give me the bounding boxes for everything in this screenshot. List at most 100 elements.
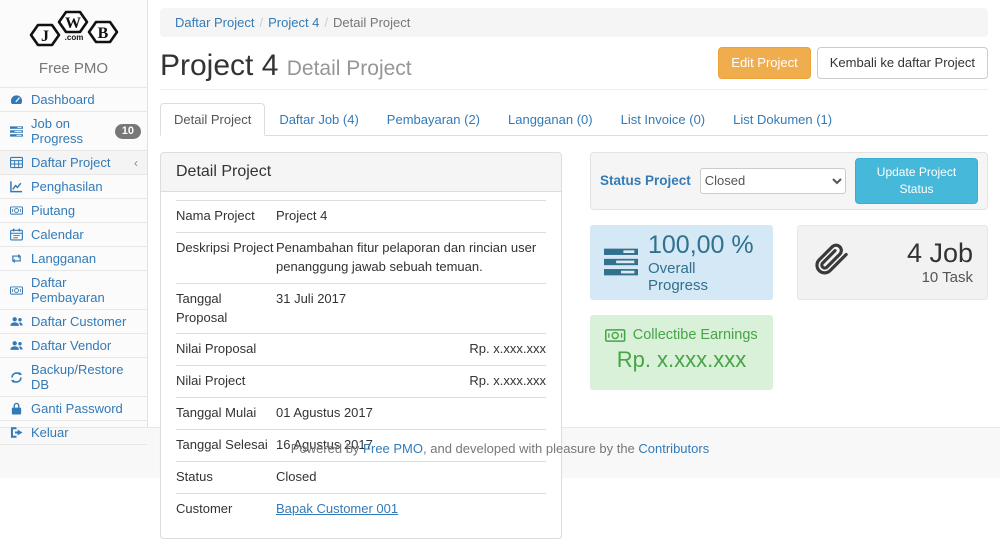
detail-row-value: Rp. x.xxx.xxx (276, 366, 546, 398)
table-row: Tanggal Proposal31 Juli 2017 (176, 283, 546, 334)
sidebar-item-label: Calendar (31, 227, 84, 242)
sidebar-item-label: Ganti Password (31, 401, 123, 416)
customer-link[interactable]: Bapak Customer 001 (276, 501, 398, 516)
sidebar-item-daftar-project[interactable]: Daftar Project‹ (0, 151, 147, 175)
breadcrumb-item-project-4[interactable]: Project 4 (268, 15, 319, 30)
sidebar-nav: DashboardJob on Progress10Daftar Project… (0, 87, 147, 445)
tasks-icon (604, 245, 638, 279)
users-icon (8, 315, 25, 328)
table-row: Nama ProjectProject 4 (176, 201, 546, 233)
breadcrumb-separator: / (254, 15, 268, 30)
status-column: Status Project Closed Update Project Sta… (590, 152, 988, 539)
paperclip-icon (812, 242, 852, 282)
sidebar-item-label: Daftar Customer (31, 314, 126, 329)
logo-domain: .com (64, 33, 83, 42)
collectible-earnings-box: Collectibe Earnings Rp. x.xxx.xxx (590, 315, 773, 390)
money-icon (8, 284, 25, 297)
sidebar-item-daftar-customer[interactable]: Daftar Customer (0, 310, 147, 334)
sidebar-item-label: Daftar Project (31, 155, 110, 170)
tab-list-dokumen-1-[interactable]: List Dokumen (1) (719, 103, 846, 136)
sidebar-item-backup-restore-db[interactable]: Backup/Restore DB (0, 358, 147, 397)
footer-link-contributors[interactable]: Contributors (638, 441, 709, 456)
sidebar-item-penghasilan[interactable]: Penghasilan (0, 175, 147, 199)
footer-text-prefix: Powered by (291, 441, 363, 456)
breadcrumb-separator: / (319, 15, 333, 30)
detail-row-label: Tanggal Selesai (176, 429, 276, 461)
tasks-icon (8, 125, 25, 138)
job-count: 4 Job (907, 239, 973, 269)
sidebar-item-piutang[interactable]: Piutang (0, 199, 147, 223)
sidebar-item-label: Backup/Restore DB (31, 362, 141, 392)
page-subtitle: Detail Project (287, 57, 412, 80)
main-content: Daftar Project/Project 4/Detail Project … (148, 0, 1000, 427)
sidebar-item-calendar[interactable]: Calendar (0, 223, 147, 247)
detail-row-value: Project 4 (276, 201, 546, 233)
sidebar-item-label: Langganan (31, 251, 96, 266)
sidebar-item-keluar[interactable]: Keluar (0, 421, 147, 445)
lock-icon (8, 402, 25, 415)
breadcrumb-item-daftar-project[interactable]: Daftar Project (175, 15, 254, 30)
sidebar-item-ganti-password[interactable]: Ganti Password (0, 397, 147, 421)
detail-panel-body: Nama ProjectProject 4Deskripsi ProjectPe… (161, 192, 561, 538)
refresh-icon (8, 371, 25, 384)
tab-pembayaran-2-[interactable]: Pembayaran (2) (373, 103, 494, 136)
detail-row-label: Deskripsi Project (176, 233, 276, 284)
users-icon (8, 339, 25, 352)
back-to-project-list-button[interactable]: Kembali ke daftar Project (817, 47, 988, 79)
logo-letter-b: B (97, 25, 108, 42)
earnings-label: Collectibe Earnings (633, 327, 758, 343)
signout-icon (8, 426, 25, 439)
footer-link-freepmo[interactable]: Free PMO (363, 441, 423, 456)
status-project-select[interactable]: Closed (700, 168, 846, 194)
tab-content: Detail Project Nama ProjectProject 4Desk… (160, 152, 988, 539)
tab-list-invoice-0-[interactable]: List Invoice (0) (607, 103, 720, 136)
update-project-status-button[interactable]: Update Project Status (855, 158, 978, 204)
sidebar-item-label: Daftar Vendor (31, 338, 111, 353)
chart-icon (8, 180, 25, 193)
overall-progress-box: 100,00 % Overall Progress (590, 225, 773, 300)
overall-progress-label: Overall Progress (648, 260, 759, 294)
jwb-logo-icon: J W B .com (22, 7, 126, 53)
logo-letter-w: W (65, 15, 81, 32)
logo-letter-j: J (41, 28, 49, 45)
detail-row-value: Closed (276, 461, 546, 493)
breadcrumb-item-detail-project: Detail Project (333, 15, 410, 30)
sidebar-item-langganan[interactable]: Langganan (0, 247, 147, 271)
detail-row-label: Nilai Project (176, 366, 276, 398)
tab-detail-project[interactable]: Detail Project (160, 103, 265, 136)
detail-row-label: Tanggal Mulai (176, 398, 276, 430)
sidebar-item-label: Keluar (31, 425, 69, 440)
detail-row-value: Rp. x.xxx.xxx (276, 334, 546, 366)
sidebar-item-dashboard[interactable]: Dashboard (0, 88, 147, 112)
breadcrumb: Daftar Project/Project 4/Detail Project (160, 8, 988, 37)
sidebar-item-daftar-pembayaran[interactable]: Daftar Pembayaran (0, 271, 147, 310)
edit-project-button[interactable]: Edit Project (718, 47, 810, 79)
overall-progress-value: 100,00 % (648, 231, 759, 260)
page-title: Project 4 Detail Project (160, 51, 412, 81)
money-icon (8, 204, 25, 217)
tab-langganan-0-[interactable]: Langganan (0) (494, 103, 607, 136)
detail-panel: Detail Project Nama ProjectProject 4Desk… (160, 152, 562, 539)
jwb-logo: J W B .com (0, 0, 147, 56)
stat-row: 100,00 % Overall Progress 4 Job 10 Task (590, 225, 988, 300)
page-title-text: Project 4 (160, 49, 278, 82)
table-row: Nilai ProjectRp. x.xxx.xxx (176, 366, 546, 398)
brand-name: Free PMO (0, 56, 147, 87)
tab-bar: Detail ProjectDaftar Job (4)Pembayaran (… (160, 103, 988, 136)
sidebar-item-daftar-vendor[interactable]: Daftar Vendor (0, 334, 147, 358)
calendar-icon (8, 228, 25, 241)
detail-row-label: Tanggal Proposal (176, 283, 276, 334)
sidebar: J W B .com Free PMO DashboardJob on Prog… (0, 0, 148, 427)
detail-row-label: Status (176, 461, 276, 493)
sidebar-item-job-on-progress[interactable]: Job on Progress10 (0, 112, 147, 151)
sidebar-item-label: Piutang (31, 203, 75, 218)
detail-row-label: Customer (176, 493, 276, 524)
table-row: Tanggal Mulai01 Agustus 2017 (176, 398, 546, 430)
tab-daftar-job-4-[interactable]: Daftar Job (4) (265, 103, 372, 136)
footer-text-middle: , and developed with pleasure by the (423, 441, 638, 456)
table-icon (8, 156, 25, 169)
header-buttons: Edit Project Kembali ke daftar Project (718, 47, 988, 81)
sidebar-item-label: Job on Progress (31, 116, 115, 146)
detail-row-label: Nilai Proposal (176, 334, 276, 366)
detail-row-value: Penambahan fitur pelaporan dan rincian u… (276, 233, 546, 284)
